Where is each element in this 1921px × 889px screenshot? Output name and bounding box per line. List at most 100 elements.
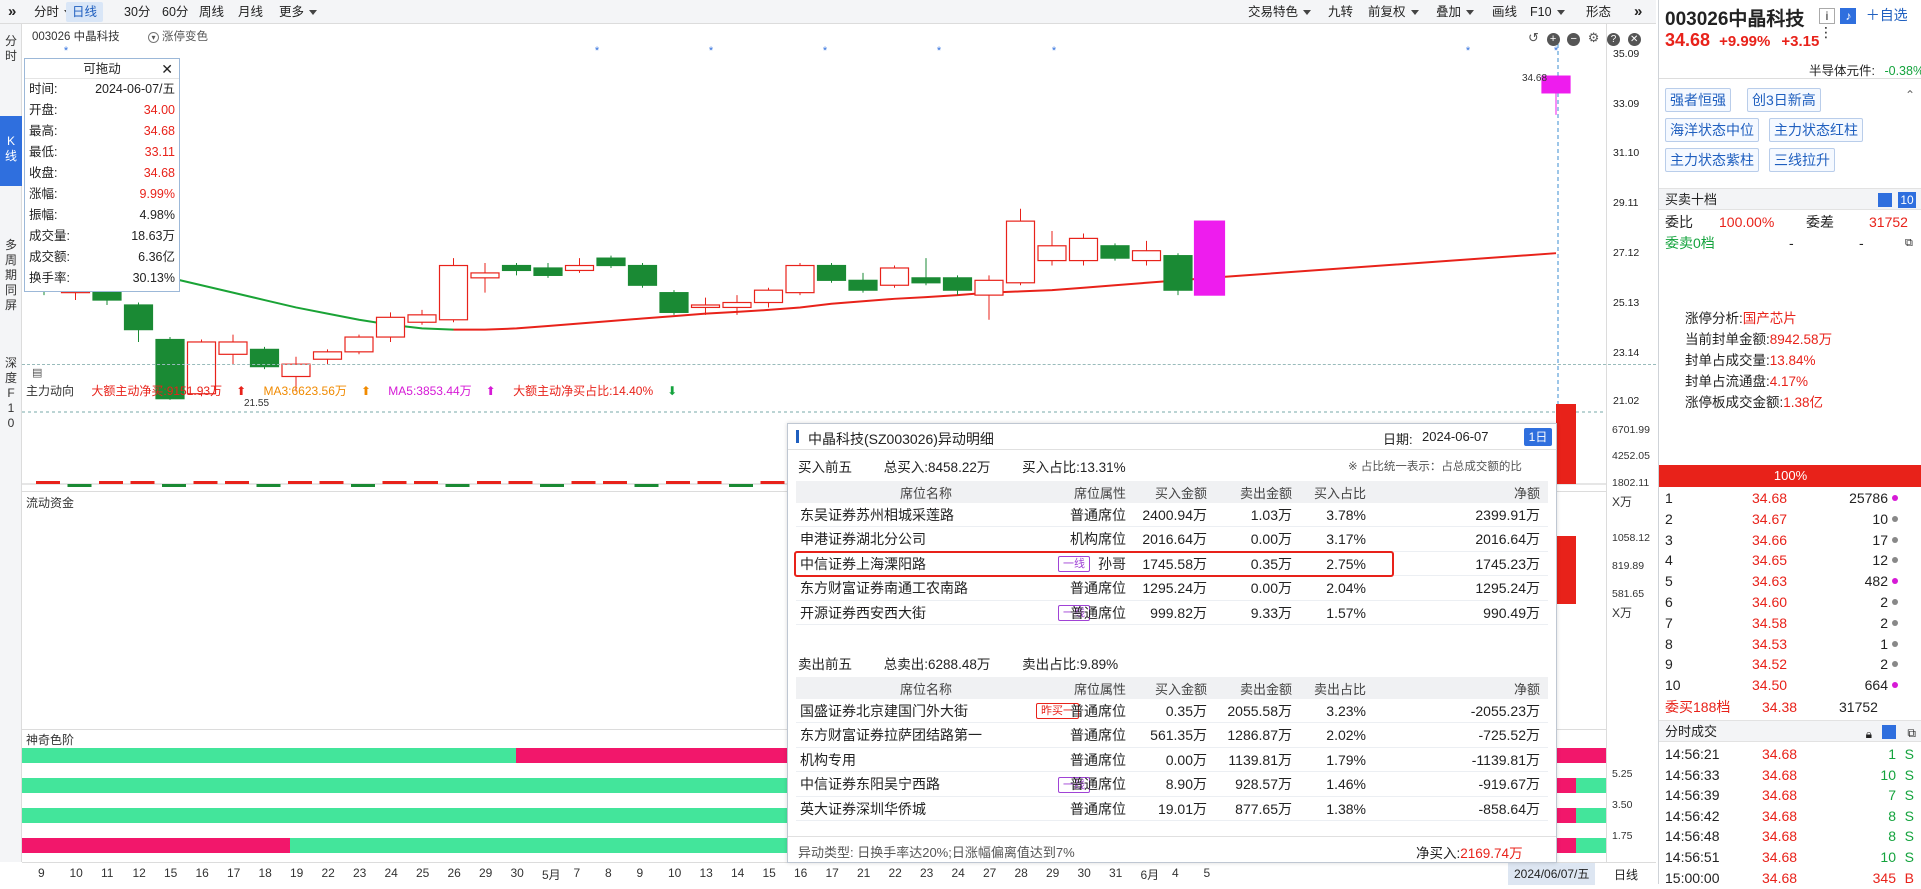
seat-row[interactable]: 机构专用 普通席位 0.00万 1139.81万 1.79% -1139.81万 [796, 748, 1548, 772]
tool-tab-5[interactable]: F10 [1524, 2, 1571, 22]
period-tab-5[interactable]: 月线 [232, 2, 269, 22]
period-1d-button[interactable]: 1日 [1524, 428, 1552, 446]
bid-row[interactable]: 10 34.50 664 [1659, 675, 1921, 696]
more-icon[interactable]: ⋮ [1819, 24, 1833, 40]
candle[interactable] [627, 263, 658, 288]
candle[interactable] [123, 302, 154, 342]
candle[interactable] [1163, 253, 1193, 296]
candle[interactable] [533, 263, 563, 278]
candle[interactable] [1037, 230, 1067, 266]
candle[interactable] [974, 275, 1004, 320]
candle[interactable] [816, 263, 847, 283]
info-icon[interactable]: i [1819, 8, 1835, 24]
bid-row[interactable]: 2 34.67 10 [1659, 509, 1921, 530]
collapse-up-icon[interactable]: ⌃ [1905, 88, 1915, 102]
feature-chip[interactable]: 强者恒强 [1665, 88, 1731, 112]
candle[interactable] [1100, 243, 1130, 261]
bell-icon[interactable]: ♪ [1840, 8, 1857, 24]
candle[interactable] [312, 349, 343, 365]
candle[interactable] [218, 334, 248, 365]
column-header: 买入金额 [1154, 485, 1207, 501]
flow-bar [256, 484, 281, 487]
feature-chip[interactable]: 主力状态红柱 [1769, 118, 1863, 142]
seat-row[interactable]: 国盛证券北京建国门外大街 昨买一 普通席位 0.35万 2055.58万 3.23% -20… [796, 699, 1548, 723]
sector-row[interactable]: 半导体元件: -0.38% [1809, 60, 1921, 79]
refresh-icon[interactable]: ↺ [1528, 30, 1539, 45]
seat-row[interactable]: 英大证券深圳华侨城 普通席位 19.01万 877.65万 1.38% -858.64万 [796, 797, 1548, 821]
feature-chip[interactable]: 主力状态紫柱 [1665, 148, 1759, 172]
bid-row[interactable]: 3 34.66 17 [1659, 530, 1921, 551]
period-tab-4[interactable]: 周线 [193, 2, 230, 22]
feature-chip[interactable]: 海洋状态中位 [1665, 118, 1759, 142]
candle[interactable] [564, 258, 595, 273]
seat-row[interactable]: 东吴证券苏州相城采莲路 普通席位 2400.94万 1.03万 3.78% 2399.91… [796, 503, 1548, 527]
collapse-left-icon[interactable]: » [2, 2, 22, 22]
zoom-out-icon[interactable]: − [1567, 33, 1581, 46]
add-watchlist-button[interactable]: ＋自选 [1862, 6, 1912, 24]
period-tab-3[interactable]: 60分 [156, 2, 194, 22]
tool-tab-3[interactable]: 叠加 [1430, 2, 1480, 22]
bid-row[interactable]: 5 34.63 482 [1659, 571, 1921, 592]
flow-bar [36, 481, 60, 484]
bid-row[interactable]: 8 34.53 1 [1659, 634, 1921, 655]
trades-grid-icon[interactable] [1882, 725, 1896, 739]
seat-row[interactable]: 开源证券西安西大街 一线 普通席位 999.82万 9.33万 1.57% 990.49万 [796, 601, 1548, 625]
candle[interactable] [470, 263, 500, 293]
tool-tab-2[interactable]: 前复权 [1362, 2, 1425, 22]
candle[interactable] [344, 334, 374, 355]
bid-row[interactable]: 4 34.65 12 [1659, 550, 1921, 571]
candle[interactable] [848, 272, 878, 293]
tool-tab-0[interactable]: 交易特色 [1242, 2, 1317, 22]
candle[interactable] [785, 263, 815, 296]
close-icon[interactable]: ✕ [161, 59, 173, 79]
date-tick: 13 [699, 866, 713, 880]
candle[interactable] [659, 290, 689, 315]
tool-tab-6[interactable]: 形态 [1580, 2, 1617, 22]
candle[interactable] [879, 265, 910, 288]
popup-header[interactable]: 可拖动 ✕ [25, 59, 179, 79]
candle[interactable] [1005, 208, 1036, 286]
candle[interactable] [911, 258, 941, 286]
seat-row[interactable]: 申港证券湖北分公司 机构席位 2016.64万 0.00万 3.17% 2016.64万 [796, 528, 1548, 552]
bid-row[interactable]: 9 34.52 2 [1659, 654, 1921, 675]
tool-tab-4[interactable]: 画线 [1486, 2, 1523, 22]
candle[interactable] [753, 287, 784, 308]
candle[interactable] [438, 258, 469, 323]
expand-icon[interactable]: ⧉ [1905, 233, 1913, 254]
popout-icon[interactable]: ⧉ [1907, 722, 1916, 744]
candle[interactable] [1193, 220, 1226, 296]
zoom-in-icon[interactable]: + [1546, 33, 1560, 46]
tool-tab-1[interactable]: 九转 [1322, 2, 1359, 22]
collapse-right-icon[interactable]: » [1628, 2, 1648, 22]
candle[interactable] [375, 312, 406, 342]
candle[interactable] [1068, 233, 1099, 266]
nav-kline[interactable]: K线 [0, 116, 22, 186]
seat-row[interactable]: 中信证券上海溧阳路 一线 孙哥 1745.58万 0.35万 2.75% 1745.23万 [794, 551, 1548, 577]
candle[interactable] [407, 309, 437, 325]
candle[interactable] [1131, 240, 1162, 266]
depth-level-button[interactable]: 10 [1898, 192, 1916, 208]
candle[interactable] [249, 346, 280, 370]
settings-gear-icon[interactable]: ⚙ [1588, 30, 1600, 45]
feature-chip[interactable]: 三线拉升 [1769, 148, 1835, 172]
seat-row[interactable]: 东方财富证券拉萨团结路第一 普通席位 561.35万 1286.87万 2.02% -72… [796, 724, 1548, 748]
candle[interactable] [596, 255, 626, 268]
nav-multi-period[interactable]: 多周期同屏 [0, 238, 22, 313]
feature-chip[interactable]: 创3日新高 [1747, 88, 1821, 112]
nav-depth-f10[interactable]: 深度F10 [0, 356, 22, 431]
period-tab-6[interactable]: 更多 [273, 2, 323, 22]
seat-row[interactable]: 东方财富证券南通工农南路 普通席位 1295.24万 0.00万 2.04% 1295.2… [796, 577, 1548, 601]
candle[interactable] [501, 263, 532, 276]
depth-toggle-icon[interactable] [1878, 193, 1892, 207]
seat-row[interactable]: 中信证券东阳吴宁西路 一线 普通席位 8.90万 928.57万 1.46% -919.67… [796, 773, 1548, 797]
ohlc-popup[interactable]: 可拖动 ✕ 时间: 2024-06-07/五 开盘: 34.00 最高: 34.68 最低:… [24, 58, 180, 292]
candle[interactable] [942, 275, 973, 296]
nav-fenshi[interactable]: 分时 [0, 34, 22, 64]
bid-row[interactable]: 7 34.58 2 [1659, 613, 1921, 634]
calendar-icon[interactable]: ▤ [32, 367, 42, 379]
lock-icon[interactable]: 🔒︎ [1866, 723, 1872, 745]
period-tab-1[interactable]: 日线 [66, 2, 104, 22]
bid-row[interactable]: 6 34.60 2 [1659, 592, 1921, 613]
bid-row[interactable]: 1 34.68 25786 [1659, 488, 1921, 509]
period-tab-2[interactable]: 30分 [118, 2, 156, 22]
